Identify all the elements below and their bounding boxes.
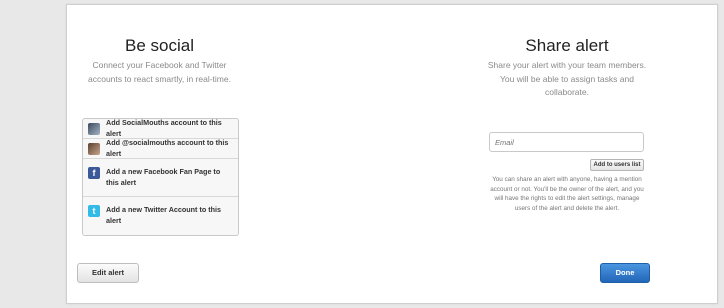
share-alert-title: Share alert xyxy=(525,36,609,55)
share-alert-subtitle: Share your alert with your team members.… xyxy=(477,59,657,100)
add-twitter-user-account-item[interactable]: Add @socialmouths account to this alert xyxy=(83,138,238,159)
share-info-text: You can share an alert with anyone, havi… xyxy=(490,176,644,212)
twitter-icon: t xyxy=(88,205,100,217)
share-alert-dialog: Be social Connect your Facebook and Twit… xyxy=(66,4,718,304)
share-alert-subtitle-line-3: collaborate. xyxy=(545,87,589,97)
add-facebook-fan-page-item[interactable]: f Add a new Facebook Fan Page to this al… xyxy=(83,159,238,197)
list-item-label: Add SocialMouths account to this alert xyxy=(106,118,222,138)
done-button[interactable]: Done xyxy=(600,263,650,283)
share-alert-subtitle-line-1: Share your alert with your team members. xyxy=(487,60,647,70)
list-item-label: Add a new Twitter Account to this alert xyxy=(106,205,221,225)
edit-alert-button[interactable]: Edit alert xyxy=(77,263,139,283)
list-item-label: Add @socialmouths account to this alert xyxy=(106,138,229,158)
add-to-users-list-button[interactable]: Add to users list xyxy=(590,159,644,171)
be-social-subtitle-line-2: accounts to react smartly, in real-time. xyxy=(88,73,231,84)
list-item-label: Add a new Facebook Fan Page to this aler… xyxy=(106,167,221,187)
be-social-title: Be social xyxy=(125,36,194,55)
facebook-icon: f xyxy=(88,167,100,179)
be-social-subtitle-line-1: Connect your Facebook and Twitter xyxy=(92,60,227,70)
social-accounts-list: Add SocialMouths account to this alert A… xyxy=(82,118,239,236)
add-twitter-account-item[interactable]: t Add a new Twitter Account to this aler… xyxy=(83,197,238,235)
twitter-user-avatar-icon xyxy=(88,142,100,155)
share-alert-subtitle-line-2: You will be able to assign tasks and xyxy=(500,73,634,84)
socialmouths-avatar-icon xyxy=(88,122,100,135)
be-social-subtitle: Connect your Facebook and Twitter accoun… xyxy=(72,59,247,86)
add-socialmouths-account-item[interactable]: Add SocialMouths account to this alert xyxy=(83,119,238,139)
email-input[interactable] xyxy=(489,132,644,152)
